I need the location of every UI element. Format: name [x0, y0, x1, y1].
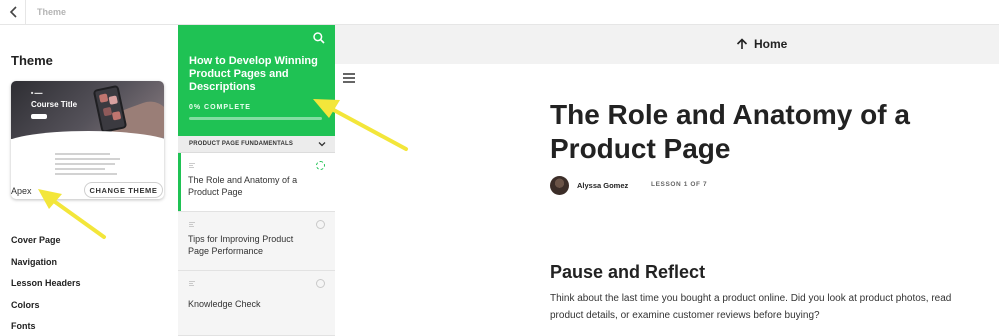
preview-wave: [11, 131, 164, 153]
preview-text-line: [55, 158, 120, 160]
arrow-up-icon: [736, 38, 748, 49]
preview-text-line: [55, 173, 117, 175]
home-label: Home: [754, 37, 788, 51]
panel-heading: Theme: [11, 53, 53, 68]
lesson-item[interactable]: Knowledge Check: [178, 271, 335, 336]
home-link[interactable]: Home: [736, 37, 787, 51]
menu-item-cover-page[interactable]: Cover Page: [11, 235, 61, 245]
lesson-counter: LESSON 1 OF 7: [651, 181, 708, 188]
preview-text-line: [55, 163, 115, 165]
progress-label: 0% COMPLETE: [189, 104, 251, 111]
chevron-down-icon[interactable]: [317, 139, 327, 149]
preview-logo: ■ ▬▬: [31, 90, 43, 95]
author-avatar: [550, 176, 569, 195]
lesson-content: Home The Role and Anatomy of a Product P…: [335, 25, 999, 336]
lesson-header-bar: Home: [335, 25, 999, 64]
in-progress-icon: [316, 161, 325, 170]
lesson-item[interactable]: The Role and Anatomy of a Product Page: [178, 153, 335, 212]
search-icon[interactable]: [312, 31, 326, 45]
course-sidebar: How to Develop Winning Product Pages and…: [178, 25, 335, 336]
course-banner: How to Develop Winning Product Pages and…: [178, 25, 335, 136]
active-lesson-indicator: [178, 153, 181, 211]
top-bar: Theme: [0, 0, 999, 25]
top-bar-divider: [25, 0, 26, 25]
section-heading: Pause and Reflect: [550, 262, 706, 282]
section-header[interactable]: PRODUCT PAGE FUNDAMENTALS: [178, 136, 335, 153]
progress-bar: [189, 117, 322, 120]
change-theme-button[interactable]: CHANGE THEME: [84, 182, 163, 198]
top-bar-title: Theme: [37, 7, 67, 17]
theme-settings-panel: Theme ■ ▬▬ Course Title Apex CHANGE THEM…: [0, 25, 178, 336]
back-button[interactable]: [4, 2, 24, 22]
theme-name: Apex: [11, 186, 32, 196]
preview-course-title: Course Title: [31, 100, 78, 109]
menu-item-navigation[interactable]: Navigation: [11, 257, 57, 267]
menu-item-colors[interactable]: Colors: [11, 300, 40, 310]
text-lesson-icon: [189, 222, 195, 227]
preview-start-button: [31, 114, 47, 119]
lesson-item[interactable]: Tips for Improving Product Page Performa…: [178, 212, 335, 271]
preview-text-line: [55, 168, 105, 170]
preview-text-line: [55, 153, 110, 155]
section-title: PRODUCT PAGE FUNDAMENTALS: [189, 141, 294, 147]
menu-item-lesson-headers[interactable]: Lesson Headers: [11, 278, 81, 288]
lesson-title: Tips for Improving Product Page Performa…: [188, 234, 294, 256]
hamburger-menu-icon[interactable]: [343, 73, 355, 83]
not-started-icon: [316, 220, 325, 229]
text-lesson-icon: [189, 281, 195, 286]
body-text: Think about the last time you bought a p…: [550, 293, 952, 321]
lesson-title: The Role and Anatomy of a Product Page: [188, 175, 298, 197]
chevron-left-icon: [9, 6, 17, 18]
lesson-title: Knowledge Check: [188, 299, 261, 309]
lesson-title: The Role and Anatomy of a Product Page: [550, 99, 910, 164]
menu-item-fonts[interactable]: Fonts: [11, 321, 36, 331]
course-title: How to Develop Winning Product Pages and…: [189, 55, 318, 93]
not-started-icon: [316, 279, 325, 288]
text-lesson-icon: [189, 163, 195, 168]
preview-phone-image: [92, 84, 128, 134]
author-name: Alyssa Gomez: [577, 181, 629, 190]
